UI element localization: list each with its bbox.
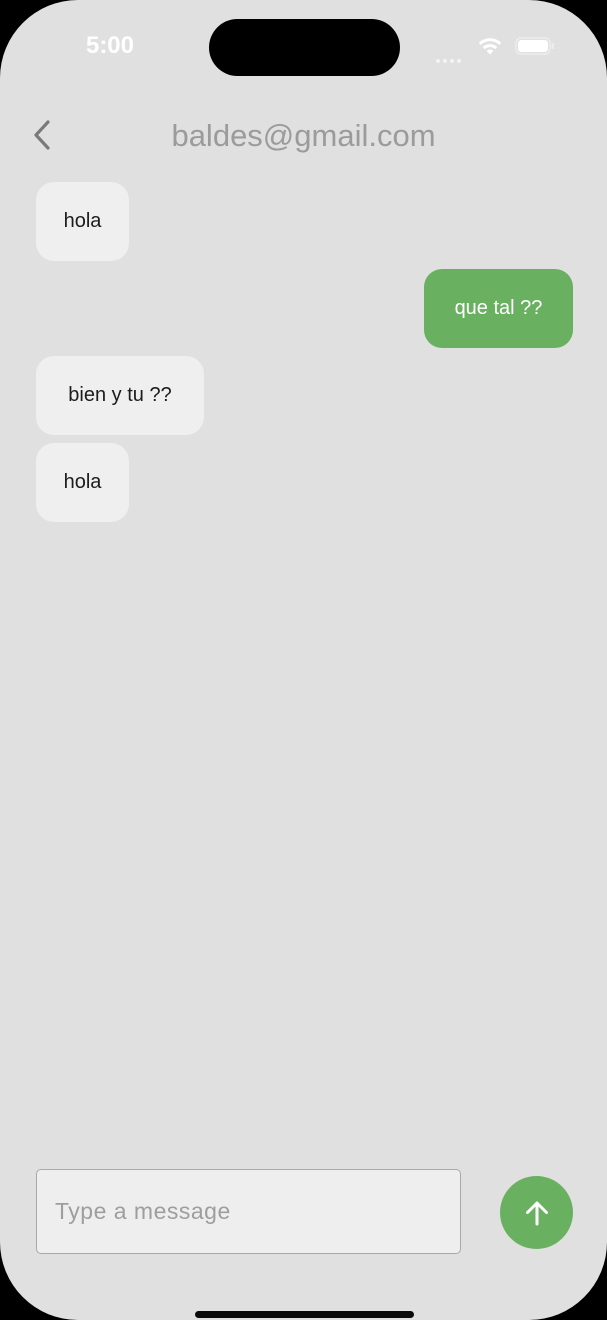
arrow-up-icon xyxy=(525,1201,548,1225)
signal-icon xyxy=(436,50,468,63)
device-frame: 5:00 baldes@gmail.com hola que tal ?? bi… xyxy=(0,0,607,1320)
message-bubble-received: hola xyxy=(36,443,129,522)
battery-icon xyxy=(515,37,554,55)
back-button[interactable] xyxy=(22,112,62,158)
home-indicator[interactable] xyxy=(195,1311,414,1318)
send-button[interactable] xyxy=(500,1176,573,1249)
message-input[interactable] xyxy=(36,1169,461,1254)
message-bubble-received: bien y tu ?? xyxy=(36,356,204,435)
chevron-left-icon xyxy=(34,120,50,150)
wifi-icon xyxy=(478,38,502,55)
dynamic-island xyxy=(209,19,400,76)
chat-title: baldes@gmail.com xyxy=(171,118,436,153)
message-bubble-sent: que tal ?? xyxy=(424,269,573,348)
chat-screen: 5:00 baldes@gmail.com hola que tal ?? bi… xyxy=(0,0,607,1320)
status-time: 5:00 xyxy=(85,32,135,59)
message-bubble-received: hola xyxy=(36,182,129,261)
